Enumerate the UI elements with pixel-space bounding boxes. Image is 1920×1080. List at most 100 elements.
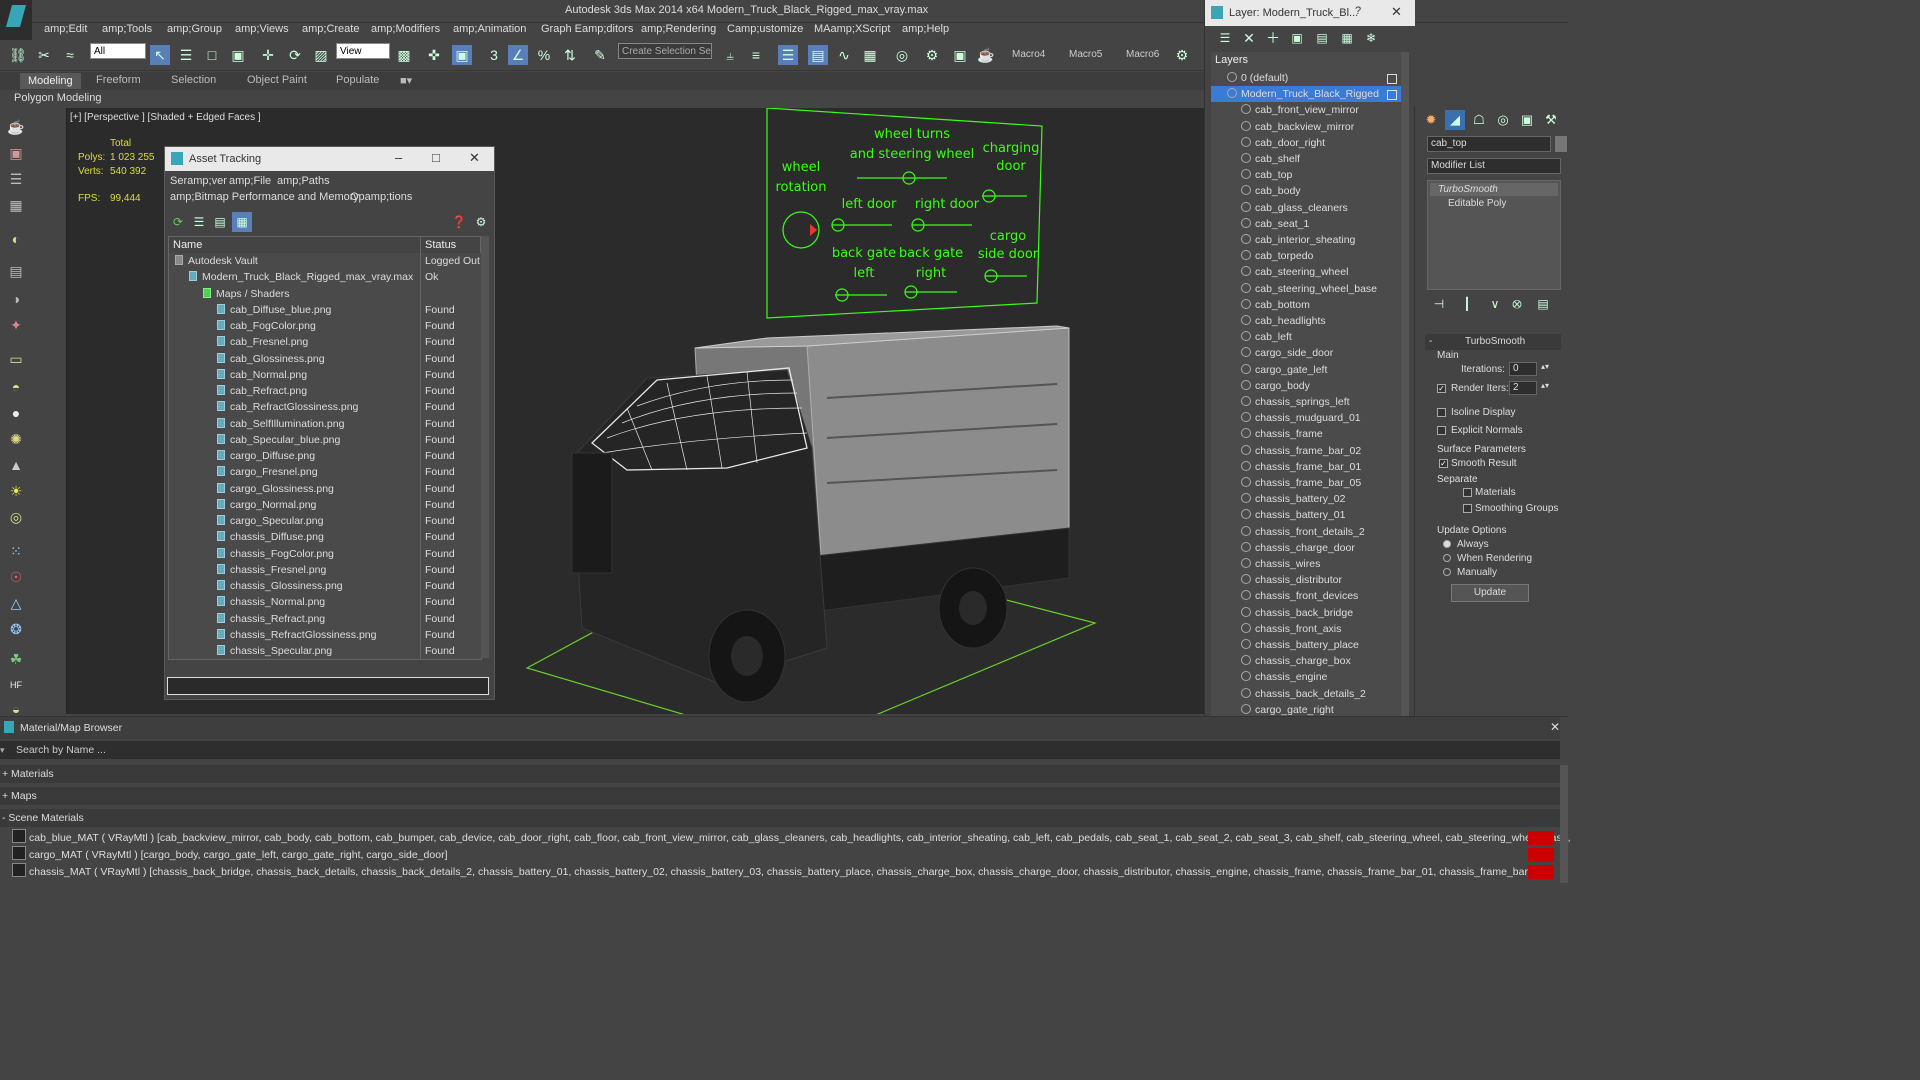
tab-populate[interactable]: Populate: [336, 74, 379, 86]
menu-group[interactable]: amp;Group: [167, 23, 222, 35]
layer-item[interactable]: chassis_battery_place: [1211, 637, 1403, 653]
asset-menu-options[interactable]: Opamp;tions: [350, 191, 412, 203]
render-icon[interactable]: ☕: [976, 45, 996, 65]
layer-item[interactable]: cab_backview_mirror: [1211, 119, 1403, 135]
layer-item[interactable]: Modern_Truck_Black_Rigged: [1211, 86, 1403, 103]
layer-item[interactable]: cab_interior_sheating: [1211, 232, 1403, 248]
pivot-icon[interactable]: ▩: [394, 45, 414, 65]
asset-row[interactable]: chassis_Refract.png Found: [169, 610, 481, 627]
tab-object-paint[interactable]: Object Paint: [247, 74, 307, 86]
menu-maxscript[interactable]: MAamp;XScript: [814, 23, 890, 35]
layer-item[interactable]: chassis_back_bridge: [1211, 605, 1403, 621]
configure-sets-icon[interactable]: ▤: [1533, 294, 1553, 314]
align-icon[interactable]: ≡: [746, 45, 766, 65]
always-radio[interactable]: [1443, 540, 1451, 548]
tab-selection[interactable]: Selection: [171, 74, 216, 86]
layer-item[interactable]: chassis_front_axis: [1211, 621, 1403, 637]
snap-3d-icon[interactable]: 3: [484, 45, 504, 65]
maximize-icon[interactable]: □: [432, 150, 440, 165]
layer-item[interactable]: 0 (default): [1211, 70, 1403, 86]
layer-item[interactable]: cab_bottom: [1211, 297, 1403, 313]
light-icon[interactable]: ◐: [7, 230, 25, 248]
close-icon[interactable]: ✕: [469, 150, 480, 166]
percent-snap-icon[interactable]: %: [534, 45, 554, 65]
select-layer-icon[interactable]: ▣: [1287, 28, 1307, 48]
modifier-list-dropdown[interactable]: Modifier List: [1427, 158, 1561, 174]
asset-menu-bitmap[interactable]: amp;Bitmap Performance and Memory: [170, 191, 359, 203]
layer-item[interactable]: cab_seat_1: [1211, 216, 1403, 232]
layer-visibility-toggle[interactable]: [1387, 74, 1397, 84]
delete-layer-icon[interactable]: ✕: [1239, 28, 1259, 48]
material-browser-scrollbar[interactable]: [1560, 765, 1568, 883]
asset-row[interactable]: chassis_Glossiness.png Found: [169, 578, 481, 595]
utilities-tab-icon[interactable]: ⚒: [1541, 110, 1561, 130]
section-scene-materials[interactable]: - Scene Materials: [0, 809, 1562, 827]
pin-stack-icon[interactable]: ⊣: [1429, 294, 1449, 314]
gear-icon[interactable]: ⚙: [1172, 45, 1192, 65]
display-tab-icon[interactable]: ▣: [1517, 110, 1537, 130]
asset-row[interactable]: Modern_Truck_Black_Rigged_max_vray.max Ok: [169, 269, 481, 286]
layer-item[interactable]: chassis_engine: [1211, 669, 1403, 685]
scale-icon[interactable]: ▨: [311, 45, 331, 65]
hair-fur-icon[interactable]: HF: [7, 676, 25, 694]
freeze-layers-icon[interactable]: ❄: [1361, 28, 1381, 48]
rotate-icon[interactable]: ⟳: [285, 45, 305, 65]
turbosmooth-rollout-header[interactable]: - TurboSmooth: [1425, 334, 1561, 350]
motion-tab-icon[interactable]: ◎: [1493, 110, 1513, 130]
asset-row[interactable]: cargo_Diffuse.png Found: [169, 448, 481, 465]
layer-visibility-toggle[interactable]: [1387, 90, 1397, 101]
rendered-frame-icon[interactable]: ▣: [950, 45, 970, 65]
layer-item[interactable]: chassis_front_devices: [1211, 588, 1403, 604]
foliage-icon[interactable]: ☘: [7, 650, 25, 668]
scene-material-item[interactable]: cargo_MAT ( VRayMtl ) [cargo_body, cargo…: [0, 846, 1572, 863]
asset-row[interactable]: cab_SelfIllumination.png Found: [169, 415, 481, 432]
layer-item[interactable]: cab_glass_cleaners: [1211, 200, 1403, 216]
plane-icon[interactable]: ▭: [7, 350, 25, 368]
selection-filter-dropdown[interactable]: All: [90, 43, 146, 59]
minimize-icon[interactable]: –: [395, 150, 402, 165]
asset-path-input[interactable]: [167, 677, 489, 695]
render-iters-checkbox[interactable]: ✓: [1437, 384, 1446, 393]
angle-snap-icon[interactable]: ∠: [508, 45, 528, 65]
new-layer-icon[interactable]: ☰: [1215, 28, 1235, 48]
macro5-button[interactable]: Macro5: [1069, 49, 1102, 60]
asset-row[interactable]: cab_Normal.png Found: [169, 366, 481, 383]
make-unique-icon[interactable]: ∨: [1485, 294, 1505, 314]
update-button[interactable]: Update: [1451, 584, 1529, 602]
layer-item[interactable]: chassis_wires: [1211, 556, 1403, 572]
layer-item[interactable]: cab_headlights: [1211, 313, 1403, 329]
space-warp-icon[interactable]: ✦: [7, 316, 25, 334]
grid-icon[interactable]: ▦: [7, 196, 25, 214]
stack-item-turbosmooth[interactable]: TurboSmooth: [1438, 184, 1498, 195]
table-view-icon[interactable]: ▦: [232, 212, 252, 232]
asset-row[interactable]: chassis_FogColor.png Found: [169, 545, 481, 562]
asset-row[interactable]: cab_Fresnel.png Found: [169, 334, 481, 351]
section-materials[interactable]: + Materials: [0, 765, 1562, 783]
hierarchy-tab-icon[interactable]: ☖: [1469, 110, 1489, 130]
move-icon[interactable]: ✛: [258, 45, 278, 65]
select-manipulate-icon[interactable]: ✜: [424, 45, 444, 65]
layer-item[interactable]: chassis_distributor: [1211, 572, 1403, 588]
layer-item[interactable]: cab_front_view_mirror: [1211, 102, 1403, 118]
menu-tools[interactable]: amp;Tools: [102, 23, 152, 35]
asset-row[interactable]: chassis_Fresnel.png Found: [169, 561, 481, 578]
tab-freeform[interactable]: Freeform: [96, 74, 141, 86]
asset-tracking-titlebar[interactable]: Asset Tracking – □ ✕: [165, 147, 494, 171]
iterations-spinner[interactable]: 0: [1509, 362, 1537, 376]
settings-icon[interactable]: ⚙: [471, 212, 491, 232]
layer-item[interactable]: cab_steering_wheel: [1211, 264, 1403, 280]
ribbon-options-icon[interactable]: ■▾: [400, 74, 412, 87]
layer-item[interactable]: cab_torpedo: [1211, 248, 1403, 264]
render-iters-spinner[interactable]: 2: [1509, 381, 1537, 395]
layer-item[interactable]: chassis_battery_01: [1211, 507, 1403, 523]
layer-item[interactable]: chassis_charge_door: [1211, 540, 1403, 556]
asset-row[interactable]: Autodesk Vault Logged Out: [169, 253, 481, 270]
layer-item[interactable]: cab_shelf: [1211, 151, 1403, 167]
asset-row[interactable]: cab_Diffuse_blue.png Found: [169, 301, 481, 318]
render-iters-spinner-arrows[interactable]: ▴▾: [1541, 381, 1549, 390]
menu-animation[interactable]: amp;Animation: [453, 23, 526, 35]
asset-menu-file[interactable]: amp;File: [229, 175, 271, 187]
asset-row[interactable]: chassis_RefractGlossiness.png Found: [169, 626, 481, 643]
torus-icon[interactable]: ◎: [7, 508, 25, 526]
camera-icon[interactable]: ▤: [7, 262, 25, 280]
